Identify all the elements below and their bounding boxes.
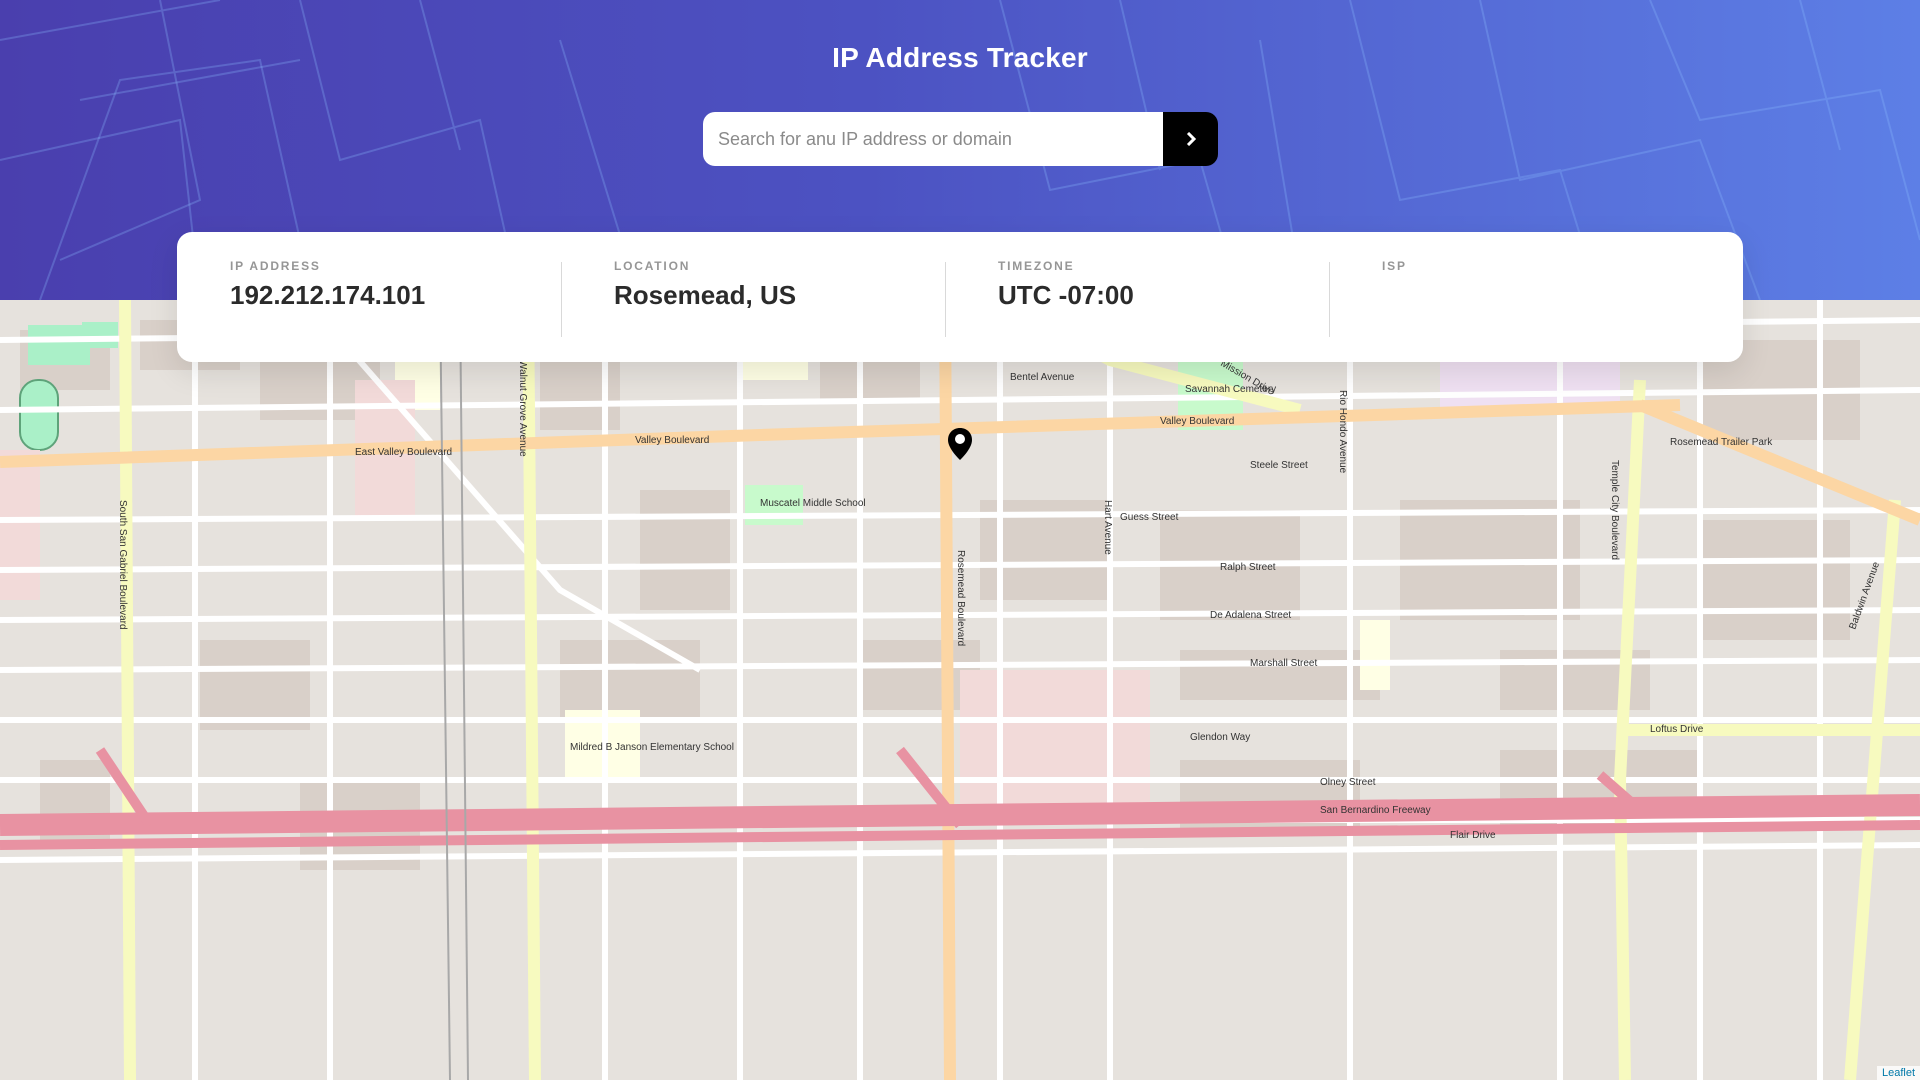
ip-address-value: 192.212.174.101 [230, 280, 426, 310]
map-label-de-adalena-st: De Adalena Street [1210, 610, 1291, 621]
timezone-section: TIMEZONE UTC -07:00 [945, 257, 1329, 362]
map-label-east-valley-blvd: East Valley Boulevard [355, 447, 452, 458]
sports-track [19, 379, 59, 451]
search-bar [703, 112, 1218, 166]
map-label-valley-blvd: Valley Boulevard [635, 435, 709, 446]
map-attribution[interactable]: Leaflet [1876, 1066, 1920, 1080]
timezone-value: UTC -07:00 [998, 280, 1134, 310]
map-label-janson-school: Mildred B Janson Elementary School [570, 742, 734, 753]
page-title: IP Address Tracker [832, 42, 1088, 73]
map-label-hart-ave: Hart Avenue [1102, 500, 1113, 555]
map-view[interactable]: East Valley Boulevard Valley Boulevard V… [0, 300, 1920, 1080]
isp-label: ISP [1382, 259, 1407, 273]
ip-address-section: IP ADDRESS 192.212.174.101 [177, 257, 561, 362]
chevron-right-icon [1186, 132, 1196, 146]
ip-address-label: IP ADDRESS [230, 259, 321, 273]
school-area [1360, 620, 1390, 690]
location-value: Rosemead, US [614, 280, 797, 310]
isp-section: ISP [1329, 257, 1713, 362]
map-label-marshall-st: Marshall Street [1250, 658, 1317, 669]
location-label: LOCATION [614, 259, 691, 273]
map-label-walnut-grove: Walnut Grove Avenue [517, 360, 528, 457]
map-label-loftus-dr: Loftus Drive [1650, 724, 1704, 735]
map-label-rosemead-blvd: Rosemead Boulevard [955, 550, 966, 646]
map-label-valley-blvd-2: Valley Boulevard [1160, 416, 1234, 427]
map-label-rio-hondo: Rio Hondo Avenue [1337, 390, 1348, 474]
map-label-san-bernardino-fwy: San Bernardino Freeway [1320, 805, 1431, 816]
map-tiles: East Valley Boulevard Valley Boulevard V… [0, 300, 1920, 1080]
map-label-south-san-gabriel: South San Gabriel Boulevard [117, 500, 128, 630]
map-label-guess-st: Guess Street [1120, 512, 1179, 523]
ip-info-card: IP ADDRESS 192.212.174.101 LOCATION Rose… [177, 232, 1743, 362]
map-label-muscatel: Muscatel Middle School [760, 498, 866, 509]
park-area [28, 325, 90, 365]
map-label-temple-city: Temple City Boulevard [1609, 460, 1620, 560]
location-pin-icon[interactable] [947, 427, 973, 461]
map-label-steele-st: Steele Street [1250, 460, 1308, 471]
search-submit-button[interactable] [1163, 112, 1218, 166]
map-label-olney-st: Olney Street [1320, 777, 1376, 788]
location-section: LOCATION Rosemead, US [561, 257, 945, 362]
map-label-ralph-st: Ralph Street [1220, 562, 1276, 573]
park-area [82, 322, 118, 348]
map-label-flair-dr: Flair Drive [1450, 830, 1496, 841]
search-input[interactable] [703, 112, 1163, 166]
timezone-label: TIMEZONE [998, 259, 1075, 273]
map-label-glendon-way: Glendon Way [1190, 732, 1250, 743]
map-label-bentel-ave: Bentel Avenue [1010, 372, 1075, 383]
commercial-area [960, 670, 1150, 820]
map-label-rosemead-trailer: Rosemead Trailer Park [1670, 437, 1773, 448]
commercial-area [0, 450, 40, 600]
leaflet-link[interactable]: Leaflet [1882, 1067, 1915, 1079]
